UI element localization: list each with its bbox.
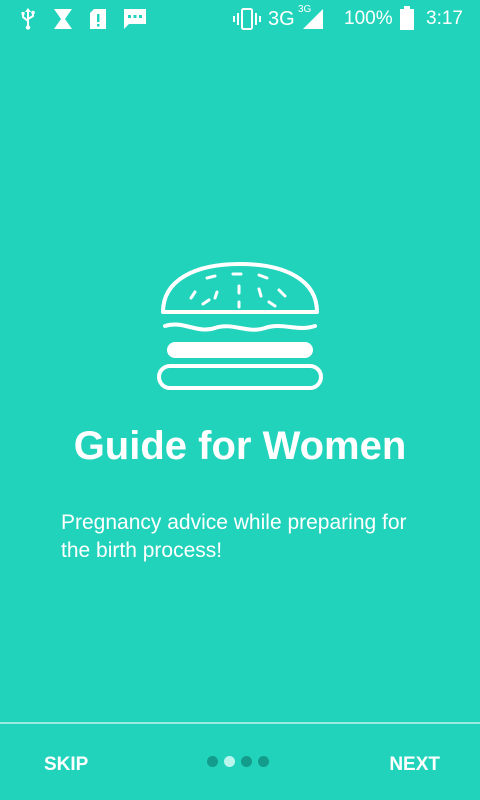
signal-icon — [303, 9, 323, 29]
battery-icon — [400, 6, 414, 30]
hourglass-icon — [54, 9, 72, 29]
vibrate-icon — [233, 8, 261, 30]
onboarding-description: Pregnancy advice while preparing for the… — [61, 511, 407, 562]
message-icon — [124, 9, 146, 29]
page-dot-4[interactable] — [258, 756, 269, 767]
usb-icon — [21, 8, 35, 30]
burger-icon — [157, 262, 323, 390]
onboarding-title: Guide for Women — [73, 424, 407, 468]
page-dot-2[interactable] — [224, 756, 235, 767]
page-dot-3[interactable] — [241, 756, 252, 767]
page-dot-1[interactable] — [207, 756, 218, 767]
sim-alert-icon — [90, 9, 106, 29]
next-button[interactable]: NEXT — [381, 748, 448, 782]
page-indicator — [207, 756, 269, 768]
skip-button[interactable]: SKIP — [36, 748, 96, 782]
network-type-label: 3G — [268, 8, 295, 30]
status-bar: 3G 3G 100% 3:17 — [0, 0, 480, 38]
status-time: 3:17 — [426, 8, 463, 29]
battery-percent: 100% — [344, 8, 393, 29]
footer-divider — [0, 722, 480, 724]
